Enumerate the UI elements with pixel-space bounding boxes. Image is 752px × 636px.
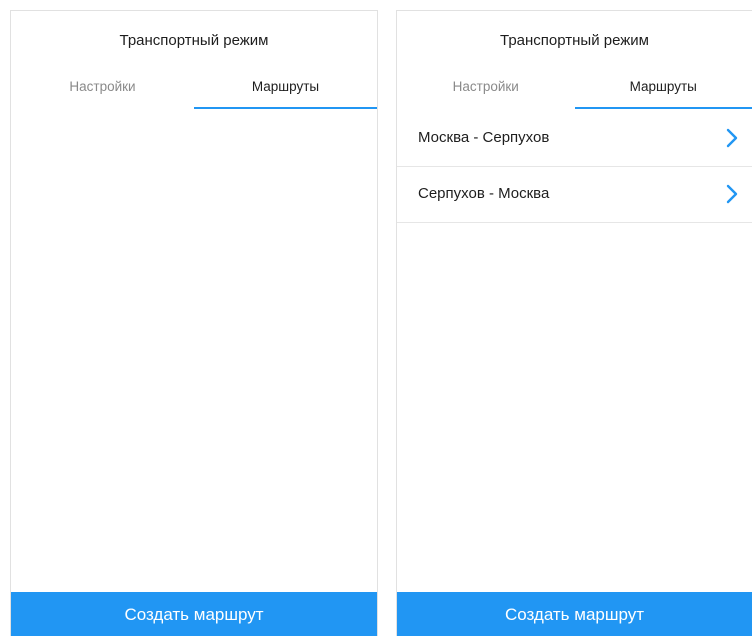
screen-title: Транспортный режим	[119, 32, 269, 49]
transport-mode-screen-routes: Транспортный режим Настройки Маршруты Мо…	[396, 10, 752, 636]
tab-routes[interactable]: Маршруты	[575, 77, 752, 109]
route-list: Москва - Серпухов Серпухов - Москва	[397, 111, 752, 223]
active-tab-indicator	[574, 107, 752, 109]
create-route-button[interactable]: Создать маршрут	[397, 592, 752, 636]
tab-settings[interactable]: Настройки	[397, 77, 575, 109]
transport-mode-screen-empty: Транспортный режим Настройки Маршруты Со…	[10, 10, 378, 636]
route-item-moscow-serpukhov[interactable]: Москва - Серпухов	[397, 111, 752, 167]
screen-title: Транспортный режим	[500, 32, 649, 49]
tab-bar: Настройки Маршруты	[11, 77, 377, 111]
create-route-button[interactable]: Создать маршрут	[11, 592, 377, 636]
route-item-serpukhov-moscow[interactable]: Серпухов - Москва	[397, 167, 752, 223]
route-label: Москва - Серпухов	[418, 129, 550, 146]
chevron-right-icon	[726, 128, 738, 148]
route-label: Серпухов - Москва	[418, 185, 550, 202]
tab-settings[interactable]: Настройки	[11, 77, 194, 109]
tab-bar: Настройки Маршруты	[397, 77, 752, 111]
tab-routes[interactable]: Маршруты	[194, 77, 377, 109]
chevron-right-icon	[726, 184, 738, 204]
active-tab-indicator	[194, 107, 377, 109]
canvas: Транспортный режим Настройки Маршруты Со…	[0, 0, 752, 636]
